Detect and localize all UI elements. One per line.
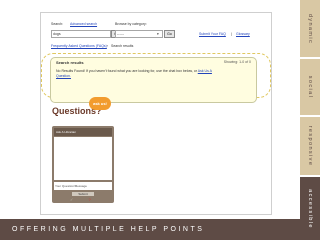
tab-accessible-label: accessible xyxy=(307,188,313,229)
browse-label: Browse by category: xyxy=(115,22,147,26)
header-link-separator: | xyxy=(231,32,232,36)
breadcrumb-separator-icon: › xyxy=(107,44,109,48)
banner-title: OFFERING MULTIPLE HELP POINTS xyxy=(0,219,300,240)
chat-widget-icons: ✓ ? xyxy=(70,197,91,202)
category-select[interactable]: ------ ▾ xyxy=(115,30,163,38)
tab-accessible[interactable]: accessible xyxy=(300,177,320,240)
help-icon: ? xyxy=(88,197,91,202)
tab-social[interactable]: social xyxy=(300,59,320,115)
chat-widget-title: Ask A Librarian xyxy=(54,128,112,136)
chevron-down-icon: ▾ xyxy=(157,32,159,36)
chat-message-input[interactable]: Your Question/Message xyxy=(54,182,112,190)
glossary-link[interactable]: Glossary xyxy=(236,32,250,36)
results-count: Showing: 1-0 of 0 xyxy=(223,60,251,64)
results-heading: Search results xyxy=(56,60,84,65)
breadcrumb-home-link[interactable]: Frequently Asked Questions (FAQs) xyxy=(51,44,107,48)
chat-submit-button[interactable]: Submit xyxy=(72,192,94,196)
faq-page-screenshot: Search: Advanced search Browse by catego… xyxy=(40,12,272,215)
tab-social-label: social xyxy=(307,75,313,99)
submit-faq-link[interactable]: Submit Your FAQ xyxy=(199,32,226,36)
search-label: Search: xyxy=(51,22,64,26)
chat-transcript-area xyxy=(54,137,112,180)
search-input[interactable]: dogs xyxy=(51,30,111,38)
chat-widget: Ask A Librarian Your Question/Message Su… xyxy=(52,126,114,203)
tab-responsive-label: responsive xyxy=(307,125,313,167)
search-results-panel: Search results Showing: 1-0 of 0 No Resu… xyxy=(50,57,257,103)
no-results-message: No Results Found! If you haven't found w… xyxy=(56,69,226,79)
tab-dynamic[interactable]: dynamic xyxy=(300,0,320,57)
tab-dynamic-label: dynamic xyxy=(307,13,313,44)
tab-responsive[interactable]: responsive xyxy=(300,117,320,175)
ask-us-bubble[interactable]: ask us! xyxy=(89,97,111,110)
browse-go-button[interactable]: Go xyxy=(164,30,175,38)
category-select-value: ------ xyxy=(117,32,124,36)
check-icon: ✓ xyxy=(70,197,74,202)
advanced-search-link[interactable]: Advanced search xyxy=(70,22,97,26)
no-results-text: No Results Found! If you haven't found w… xyxy=(56,69,197,73)
breadcrumb-current: Search results xyxy=(111,44,134,48)
search-input-value: dogs xyxy=(53,32,61,36)
